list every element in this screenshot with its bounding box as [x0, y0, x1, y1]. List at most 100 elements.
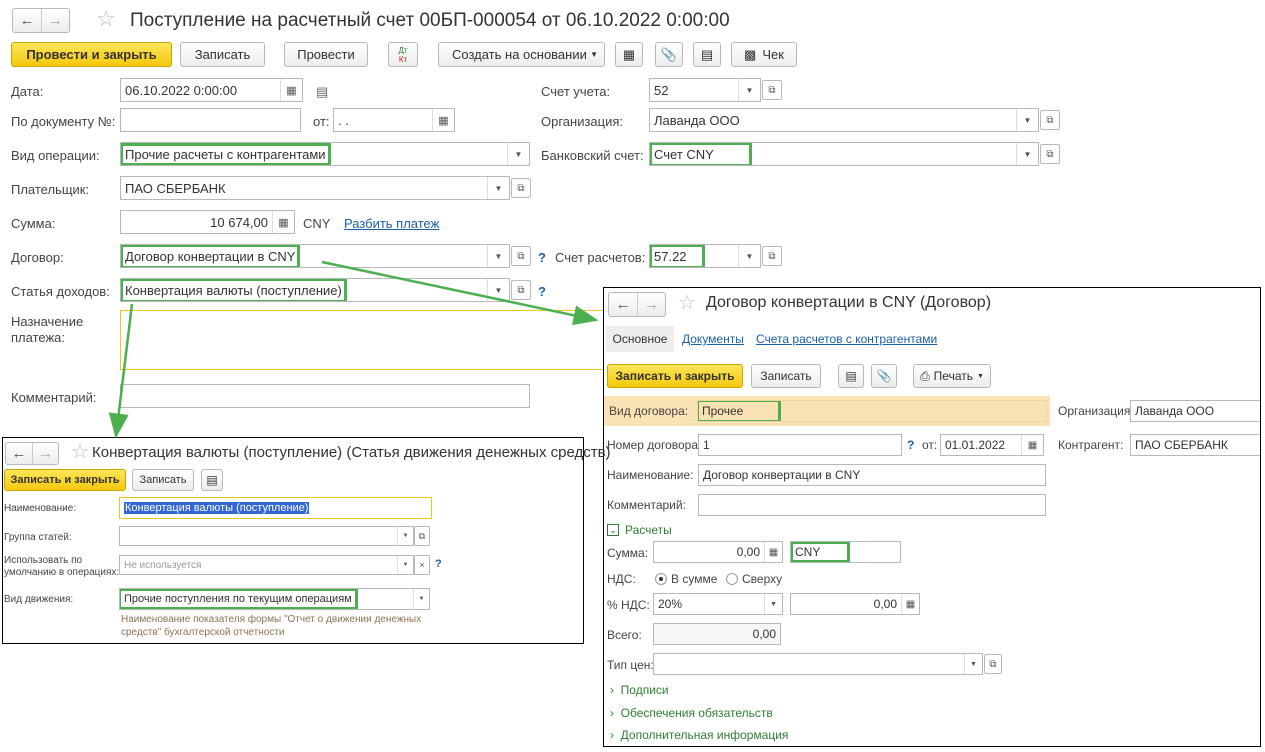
contract-select[interactable]: Договор конвертации в CNY ▼	[120, 244, 510, 268]
org-select[interactable]: Лаванда ООО ▼	[649, 108, 1039, 132]
account-select[interactable]: 52 ▼	[649, 78, 761, 102]
calculator-icon[interactable]: ▦	[764, 542, 782, 562]
contract-org-field[interactable]: Лаванда ООО	[1130, 400, 1260, 422]
chevron-down-icon[interactable]: ▼	[397, 527, 413, 545]
favorite-star-icon[interactable]: ☆	[96, 6, 116, 32]
vat-sum-field[interactable]: 0,00 ▦	[790, 593, 920, 615]
item-name-field[interactable]: Конвертация валюты (поступление)	[119, 497, 432, 519]
print-button[interactable]: ⎙ Печать ▼	[913, 364, 991, 388]
open-icon[interactable]: ⧉	[984, 654, 1002, 674]
op-type-select[interactable]: Прочие расчеты с контрагентами ▼	[120, 142, 530, 166]
open-icon[interactable]: ⧉	[762, 80, 782, 100]
contract-name-field[interactable]: Договор конвертации в CNY	[698, 464, 1046, 486]
favorite-star-icon[interactable]: ☆	[71, 439, 89, 464]
price-type-select[interactable]: ▼	[653, 653, 983, 675]
back-arrow-icon[interactable]: ←	[609, 293, 637, 316]
signatures-group[interactable]: › Подписи	[610, 683, 669, 697]
collapse-icon[interactable]: ⌄	[607, 524, 619, 536]
post-and-close-button[interactable]: Провести и закрыть	[11, 42, 172, 67]
save-button[interactable]: Записать	[751, 364, 821, 388]
settlements-group[interactable]: Расчеты	[625, 523, 672, 537]
split-payment-link[interactable]: Разбить платеж	[344, 216, 439, 231]
open-icon[interactable]: ⧉	[511, 178, 531, 198]
date-field[interactable]: 06.10.2022 0:00:00 ▦	[120, 78, 303, 102]
tab-settlement-accounts[interactable]: Счета расчетов с контрагентами	[756, 332, 937, 346]
contract-sum-field[interactable]: 0,00 ▦	[653, 541, 783, 563]
comment-field[interactable]	[120, 384, 530, 408]
attach-clip-icon[interactable]: 📎	[871, 364, 897, 388]
contract-number-field[interactable]: 1	[698, 434, 902, 456]
contract-comment-field[interactable]	[698, 494, 1046, 516]
open-icon[interactable]: ⧉	[762, 246, 782, 266]
settle-account-select[interactable]: 57.22 ▼	[649, 244, 761, 268]
back-arrow-icon[interactable]: ←	[13, 9, 41, 32]
help-icon[interactable]: ?	[538, 250, 546, 265]
contract-type-field[interactable]: Прочее	[697, 400, 1047, 422]
chevron-down-icon[interactable]: ▼	[487, 245, 509, 267]
attach-clip-icon[interactable]: 📎	[655, 42, 683, 67]
save-and-close-button[interactable]: Записать и закрыть	[607, 364, 743, 388]
report-list-icon[interactable]: ▤	[693, 42, 721, 67]
forward-arrow-icon[interactable]: →	[32, 443, 58, 464]
help-icon[interactable]: ?	[907, 438, 914, 452]
open-icon[interactable]: ⧉	[511, 246, 531, 266]
calendar-icon[interactable]: ▦	[432, 109, 454, 131]
vat-in-sum-radio[interactable]: В сумме	[655, 572, 717, 586]
forward-arrow-icon[interactable]: →	[637, 293, 665, 316]
chevron-down-icon[interactable]: ▼	[507, 143, 529, 165]
chevron-down-icon[interactable]: ▼	[413, 589, 429, 609]
open-icon[interactable]: ⧉	[1040, 144, 1060, 164]
chevron-down-icon[interactable]: ▼	[487, 279, 509, 301]
check-button[interactable]: ▩ Чек	[731, 42, 797, 67]
favorite-star-icon[interactable]: ☆	[678, 290, 696, 315]
post-button[interactable]: Провести	[284, 42, 368, 67]
bank-account-select[interactable]: Счет CNY ▼	[649, 142, 1039, 166]
chevron-down-icon[interactable]: ▼	[964, 654, 982, 674]
chevron-down-icon[interactable]: ▼	[1016, 109, 1038, 131]
forward-arrow-icon[interactable]: →	[41, 9, 69, 32]
purpose-textarea[interactable]	[120, 310, 620, 370]
calendar-icon[interactable]: ▦	[1021, 435, 1043, 455]
contract-currency-field[interactable]: CNY	[790, 541, 901, 563]
open-icon[interactable]: ⧉	[511, 280, 531, 300]
movement-type-select[interactable]: Прочие поступления по текущим операциям ▼	[119, 588, 430, 610]
income-item-select[interactable]: Конвертация валюты (поступление) ▼	[120, 278, 510, 302]
extra-info-group[interactable]: › Дополнительная информация	[610, 728, 788, 742]
contract-date-field[interactable]: 01.01.2022 ▦	[940, 434, 1044, 456]
chevron-down-icon[interactable]: ▼	[397, 556, 413, 574]
chevron-down-icon[interactable]: ▼	[764, 594, 782, 614]
item-group-select[interactable]: ▼	[119, 526, 414, 546]
calculator-icon[interactable]: ▦	[272, 211, 294, 233]
structure-icon[interactable]: ▦	[615, 42, 643, 67]
chevron-down-icon[interactable]: ▼	[487, 177, 509, 199]
save-and-close-button[interactable]: Записать и закрыть	[4, 469, 126, 491]
chevron-down-icon[interactable]: ▼	[738, 79, 760, 101]
open-icon[interactable]: ⧉	[414, 526, 430, 546]
calendar-icon[interactable]: ▦	[280, 79, 302, 101]
obligations-group[interactable]: › Обеспечения обязательств	[610, 706, 773, 720]
save-button[interactable]: Записать	[132, 469, 194, 491]
vat-rate-select[interactable]: 20% ▼	[653, 593, 783, 615]
chevron-down-icon[interactable]: ▼	[738, 245, 760, 267]
item-default-select[interactable]: Не используется ▼	[119, 555, 414, 575]
tab-documents[interactable]: Документы	[682, 332, 744, 346]
from-date-field[interactable]: . . ▦	[333, 108, 455, 132]
chevron-down-icon[interactable]: ▼	[1016, 143, 1038, 165]
create-based-button[interactable]: Создать на основании ▼	[438, 42, 605, 67]
save-button[interactable]: Записать	[180, 42, 265, 67]
help-icon[interactable]: ?	[435, 558, 442, 570]
report-list-icon[interactable]: ▤	[201, 469, 223, 491]
document-edit-icon[interactable]: ▤	[316, 84, 328, 100]
dt-kt-button[interactable]: Дт Кт	[388, 42, 418, 67]
help-icon[interactable]: ?	[538, 284, 546, 299]
calculator-icon[interactable]: ▦	[901, 594, 919, 614]
sum-field[interactable]: 10 674,00 ▦	[120, 210, 295, 234]
report-list-icon[interactable]: ▤	[838, 364, 864, 388]
clear-x-icon[interactable]: ×	[414, 555, 430, 575]
doc-no-field[interactable]	[120, 108, 301, 132]
vat-on-top-radio[interactable]: Сверху	[726, 572, 782, 586]
counterparty-field[interactable]: ПАО СБЕРБАНК	[1130, 434, 1260, 456]
tab-main[interactable]: Основное	[606, 326, 674, 352]
open-icon[interactable]: ⧉	[1040, 110, 1060, 130]
back-arrow-icon[interactable]: ←	[6, 443, 32, 464]
